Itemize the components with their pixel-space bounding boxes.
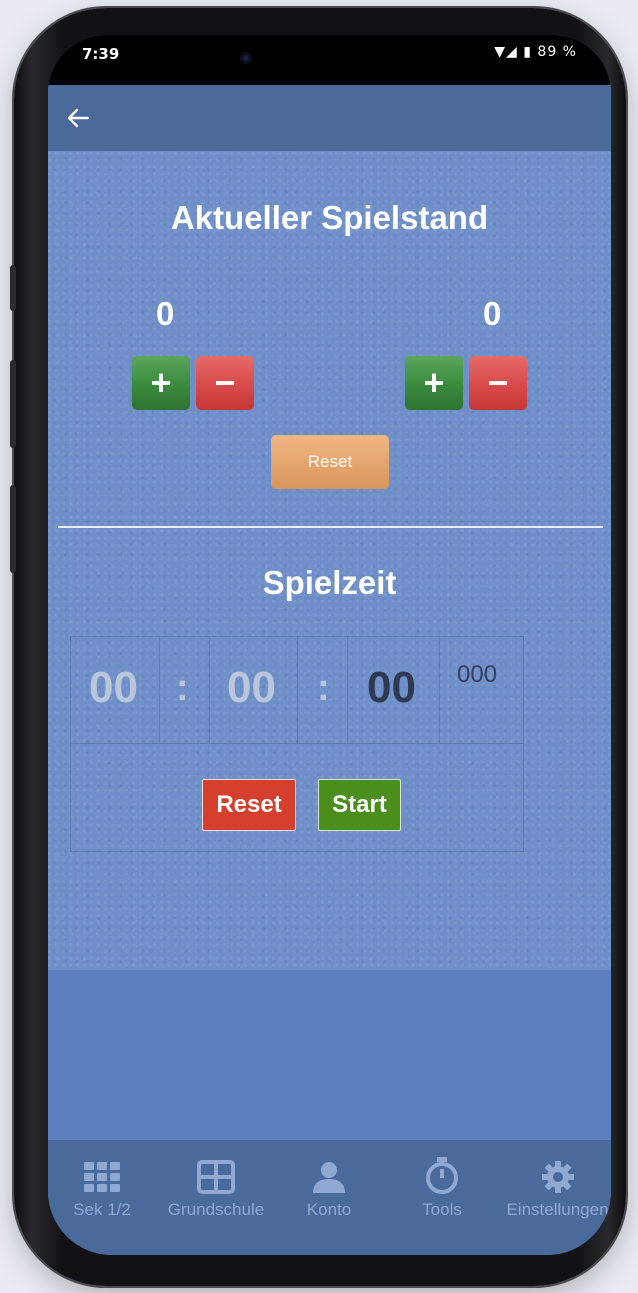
tab-label: Sek 1/2 — [73, 1200, 131, 1219]
app-bar — [48, 85, 611, 151]
team-left-minus-button[interactable]: − — [196, 356, 254, 410]
tab-label: Tools — [422, 1200, 462, 1219]
gear-icon — [541, 1161, 574, 1193]
tab-grundschule[interactable]: Grundschule — [164, 1140, 268, 1240]
timer-separator: : — [317, 667, 330, 709]
section-divider — [58, 526, 603, 528]
timer-title: Spielzeit — [262, 564, 397, 601]
window-icon — [197, 1160, 235, 1194]
team-right-score: 0 — [483, 295, 502, 332]
tab-sek[interactable]: Sek 1/2 — [60, 1140, 144, 1240]
timer-hours: 00 — [89, 663, 138, 712]
scoreboard-content: Aktueller Spielstand 0 0 + − + − Reset S… — [48, 151, 611, 970]
timer-start-button[interactable]: Start — [318, 779, 401, 831]
status-bar: 7:39 ▼◢ ▮ 89 % — [48, 35, 611, 85]
timer-seconds: 00 — [367, 663, 416, 712]
team-left-score: 0 — [156, 295, 175, 332]
tab-einstellungen[interactable]: Einstellungen — [504, 1140, 611, 1240]
status-time: 7:39 — [82, 45, 120, 63]
timer-panel: 00 : 00 : 00 000 — [70, 636, 524, 852]
tab-label: Grundschule — [167, 1200, 265, 1219]
status-icons: ▼◢ ▮ 89 % — [494, 44, 577, 60]
tab-tools[interactable]: Tools — [400, 1140, 484, 1240]
battery-icon: ▮ — [523, 44, 532, 60]
tab-label: Konto — [306, 1200, 352, 1219]
wifi-icon: ▼ — [494, 44, 507, 60]
score-title: Aktueller Spielstand — [170, 199, 489, 236]
score-reset-button[interactable]: Reset — [271, 435, 389, 489]
tab-label: Einstellungen — [506, 1200, 609, 1219]
team-right-minus-button[interactable]: − — [469, 356, 527, 410]
phone-side-button — [10, 360, 16, 448]
battery-level: 89 % — [537, 44, 577, 60]
timer-separator: : — [176, 667, 189, 709]
timer-reset-button[interactable]: Reset — [202, 779, 296, 831]
signal-icon: ◢ — [506, 44, 518, 60]
grid-icon — [84, 1162, 120, 1192]
timer-display: 00 : 00 : 00 000 — [71, 637, 523, 744]
timer-milliseconds: 000 — [457, 661, 498, 688]
app-screen: 7:39 ▼◢ ▮ 89 % Aktueller Spielstand 0 0 … — [48, 35, 611, 1255]
stopwatch-icon — [426, 1157, 458, 1194]
phone-side-button — [10, 265, 16, 311]
timer-minutes: 00 — [227, 663, 276, 712]
arrow-left-icon[interactable] — [66, 107, 90, 129]
user-icon — [313, 1162, 345, 1193]
front-camera — [240, 52, 252, 64]
bottom-tab-bar: Sek 1/2 Grundschule Konto Tools Einstell… — [48, 1140, 611, 1255]
empty-area — [48, 970, 611, 1140]
team-left-plus-button[interactable]: + — [132, 356, 190, 410]
phone-side-button — [10, 485, 16, 573]
team-right-plus-button[interactable]: + — [405, 356, 463, 410]
tab-konto[interactable]: Konto — [286, 1140, 372, 1240]
